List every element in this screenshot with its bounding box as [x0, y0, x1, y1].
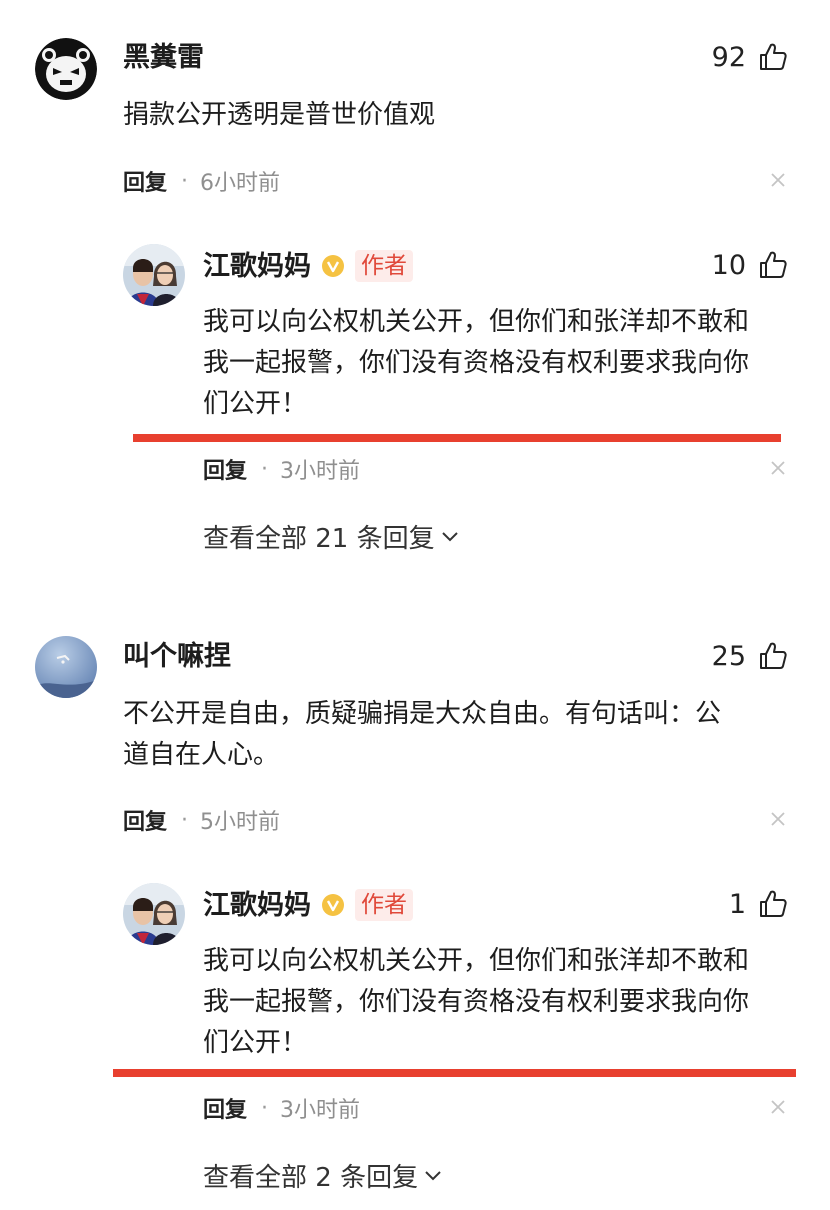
- avatar[interactable]: [35, 636, 97, 698]
- thumbs-up-icon: [760, 642, 787, 669]
- reply-text-line: 我可以向公权机关公开，但你们和张洋却不敢和: [203, 307, 750, 337]
- close-icon[interactable]: [770, 1099, 786, 1115]
- reply-header: 江歌妈妈 作者: [203, 889, 413, 921]
- timestamp: 5小时前: [200, 810, 281, 835]
- comment-meta: 回复 · 6小时前: [123, 165, 280, 197]
- highlight-underline: [113, 1069, 796, 1077]
- separator: ·: [181, 168, 189, 194]
- close-icon[interactable]: [770, 172, 786, 188]
- view-all-replies-button[interactable]: 查看全部 21 条回复: [203, 518, 459, 555]
- view-all-label: 查看全部 2 条回复: [203, 1163, 419, 1193]
- view-all-replies-button[interactable]: 查看全部 2 条回复: [203, 1157, 442, 1194]
- like-count: 92: [711, 41, 746, 73]
- comment-text: 捐款公开透明是普世价值观: [123, 100, 436, 130]
- verified-badge-icon: [322, 255, 344, 277]
- reply-text: 我可以向公权机关公开，但你们和张洋却不敢和 我一起报警，你们没有资格没有权利要求…: [203, 302, 749, 425]
- like-count: 25: [711, 640, 746, 672]
- close-icon[interactable]: [770, 460, 786, 476]
- reply-button[interactable]: 回复: [203, 1092, 247, 1124]
- reply-text-line: 我一起报警，你们没有资格没有权利要求我向你: [203, 987, 750, 1017]
- like-button[interactable]: 10: [712, 250, 788, 280]
- username[interactable]: 江歌妈妈: [203, 253, 311, 280]
- author-avatar[interactable]: [123, 244, 185, 306]
- reply-text-line: 们公开！: [203, 389, 308, 419]
- reply-header: 江歌妈妈 作者: [203, 250, 413, 282]
- timestamp: 6小时前: [200, 171, 281, 196]
- reply-text-line: 我可以向公权机关公开，但你们和张洋却不敢和: [203, 946, 750, 976]
- reply-button[interactable]: 回复: [123, 804, 167, 836]
- thumbs-up-icon: [760, 890, 787, 917]
- like-button[interactable]: 25: [712, 641, 788, 671]
- separator: ·: [261, 1095, 269, 1121]
- reply-text-line: 们公开！: [203, 1028, 308, 1058]
- comment-text-line: 不公开是自由，质疑骗捐是大众自由。有句话叫：公: [123, 699, 722, 729]
- reply-meta: 回复 · 3小时前: [203, 453, 360, 485]
- avatar[interactable]: [35, 38, 97, 100]
- author-tag: 作者: [355, 889, 413, 921]
- timestamp: 3小时前: [280, 1098, 361, 1123]
- comment-text-line: 道自在人心。: [123, 740, 280, 770]
- username[interactable]: 江歌妈妈: [203, 892, 311, 919]
- like-button[interactable]: 1: [729, 889, 788, 919]
- reply-button[interactable]: 回复: [203, 453, 247, 485]
- timestamp: 3小时前: [280, 459, 361, 484]
- comment-meta: 回复 · 5小时前: [123, 804, 280, 836]
- like-count: 10: [711, 249, 746, 281]
- separator: ·: [261, 456, 269, 482]
- reply-text-line: 我一起报警，你们没有资格没有权利要求我向你: [203, 348, 750, 378]
- separator: ·: [181, 807, 189, 833]
- highlight-underline: [133, 434, 781, 442]
- like-button[interactable]: 92: [712, 42, 788, 72]
- chevron-down-icon: [441, 531, 458, 541]
- reply-button[interactable]: 回复: [123, 165, 167, 197]
- author-avatar[interactable]: [123, 883, 185, 945]
- username[interactable]: 叫个嘛捏: [123, 643, 231, 670]
- chevron-down-icon: [425, 1170, 441, 1180]
- username[interactable]: 黑糞雷: [123, 44, 204, 71]
- reply-text: 我可以向公权机关公开，但你们和张洋却不敢和 我一起报警，你们没有资格没有权利要求…: [203, 941, 749, 1064]
- verified-badge-icon: [322, 894, 344, 916]
- author-tag: 作者: [355, 250, 413, 282]
- reply-meta: 回复 · 3小时前: [203, 1092, 360, 1124]
- thumbs-up-icon: [760, 43, 787, 70]
- view-all-label: 查看全部 21 条回复: [203, 524, 435, 554]
- comment-text: 不公开是自由，质疑骗捐是大众自由。有句话叫：公 道自在人心。: [123, 694, 721, 776]
- thumbs-up-icon: [760, 251, 787, 278]
- like-count: 1: [728, 888, 746, 920]
- close-icon[interactable]: [770, 811, 786, 827]
